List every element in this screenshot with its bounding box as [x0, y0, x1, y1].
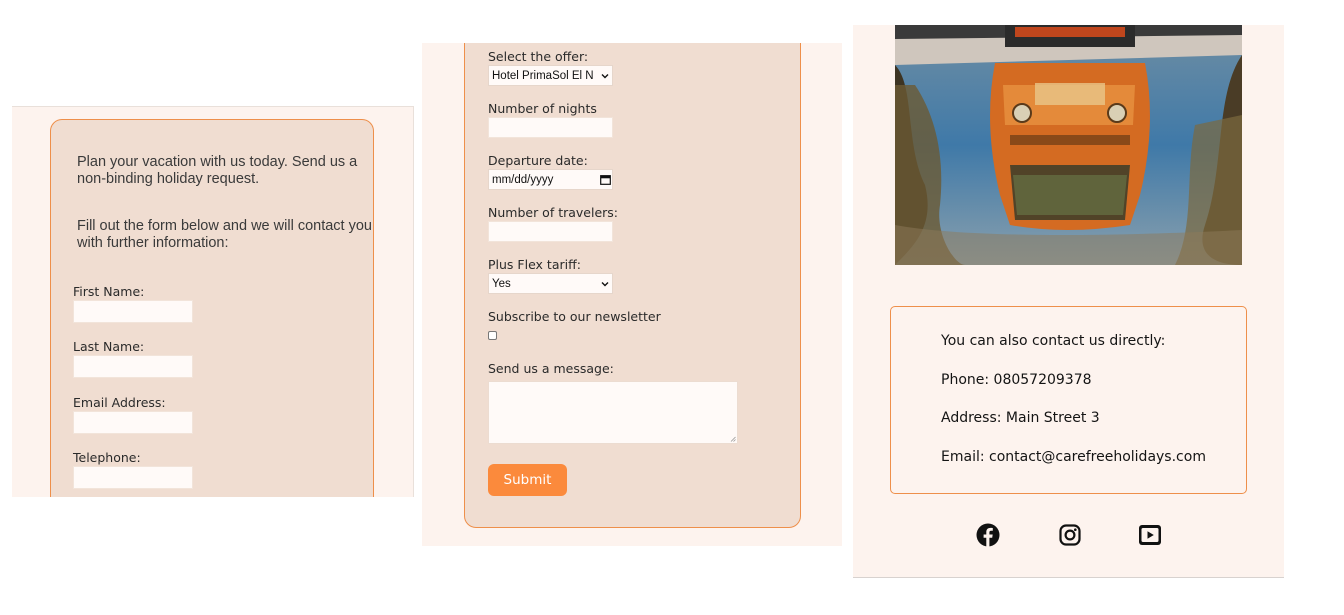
chevron-down-icon: [598, 73, 612, 79]
last-name-input[interactable]: [73, 355, 193, 378]
first-name-label: First Name:: [73, 284, 145, 299]
first-name-input[interactable]: [73, 300, 193, 323]
telephone-input[interactable]: [73, 466, 193, 489]
contact-info-card: You can also contact us directly: Phone:…: [890, 306, 1247, 494]
email-input[interactable]: [73, 411, 193, 434]
contact-address: Address: Main Street 3: [941, 410, 1100, 426]
holiday-request-intro-panel: Plan your vacation with us today. Send u…: [12, 106, 414, 497]
submit-button[interactable]: Submit: [488, 464, 567, 496]
departure-date-placeholder: mm/dd/yyyy: [492, 173, 554, 186]
offer-select-value: Hotel PrimaSol El N: [492, 69, 594, 82]
flex-tariff-label: Plus Flex tariff:: [488, 257, 581, 272]
vintage-van-reflection-photo: [895, 25, 1242, 265]
contact-heading: You can also contact us directly:: [941, 333, 1166, 349]
van-reflection-image: [895, 25, 1242, 265]
facebook-icon[interactable]: [976, 523, 1000, 547]
flex-tariff-value: Yes: [492, 277, 511, 290]
newsletter-checkbox[interactable]: [488, 331, 497, 340]
newsletter-label: Subscribe to our newsletter: [488, 309, 661, 324]
nights-input[interactable]: [488, 117, 613, 138]
departure-date-input[interactable]: mm/dd/yyyy: [488, 169, 613, 190]
calendar-icon[interactable]: [598, 174, 612, 185]
holiday-request-form-panel: Select the offer: Hotel PrimaSol El N Nu…: [422, 43, 842, 546]
instagram-icon[interactable]: [1058, 523, 1082, 547]
youtube-icon[interactable]: [1138, 523, 1162, 547]
chevron-down-icon: [598, 281, 612, 287]
nights-label: Number of nights: [488, 101, 597, 116]
last-name-label: Last Name:: [73, 339, 145, 354]
request-form-card-continued: Select the offer: Hotel PrimaSol El N Nu…: [464, 43, 801, 528]
intro-text-2: Fill out the form below and we will cont…: [77, 218, 372, 251]
travelers-input[interactable]: [488, 221, 613, 242]
message-textarea[interactable]: [488, 381, 738, 444]
contact-panel: You can also contact us directly: Phone:…: [853, 25, 1284, 578]
offer-label: Select the offer:: [488, 49, 589, 64]
departure-label: Departure date:: [488, 153, 588, 168]
resize-handle-icon[interactable]: [730, 436, 736, 442]
email-label: Email Address:: [73, 395, 166, 410]
offer-select[interactable]: Hotel PrimaSol El N: [488, 65, 613, 86]
contact-email: Email: contact@carefreeholidays.com: [941, 449, 1206, 465]
request-form-card: Plan your vacation with us today. Send u…: [50, 119, 374, 497]
flex-tariff-select[interactable]: Yes: [488, 273, 613, 294]
telephone-label: Telephone:: [73, 450, 141, 465]
intro-text-1: Plan your vacation with us today. Send u…: [77, 154, 358, 187]
travelers-label: Number of travelers:: [488, 205, 619, 220]
contact-phone: Phone: 08057209378: [941, 372, 1092, 388]
message-label: Send us a message:: [488, 361, 614, 376]
